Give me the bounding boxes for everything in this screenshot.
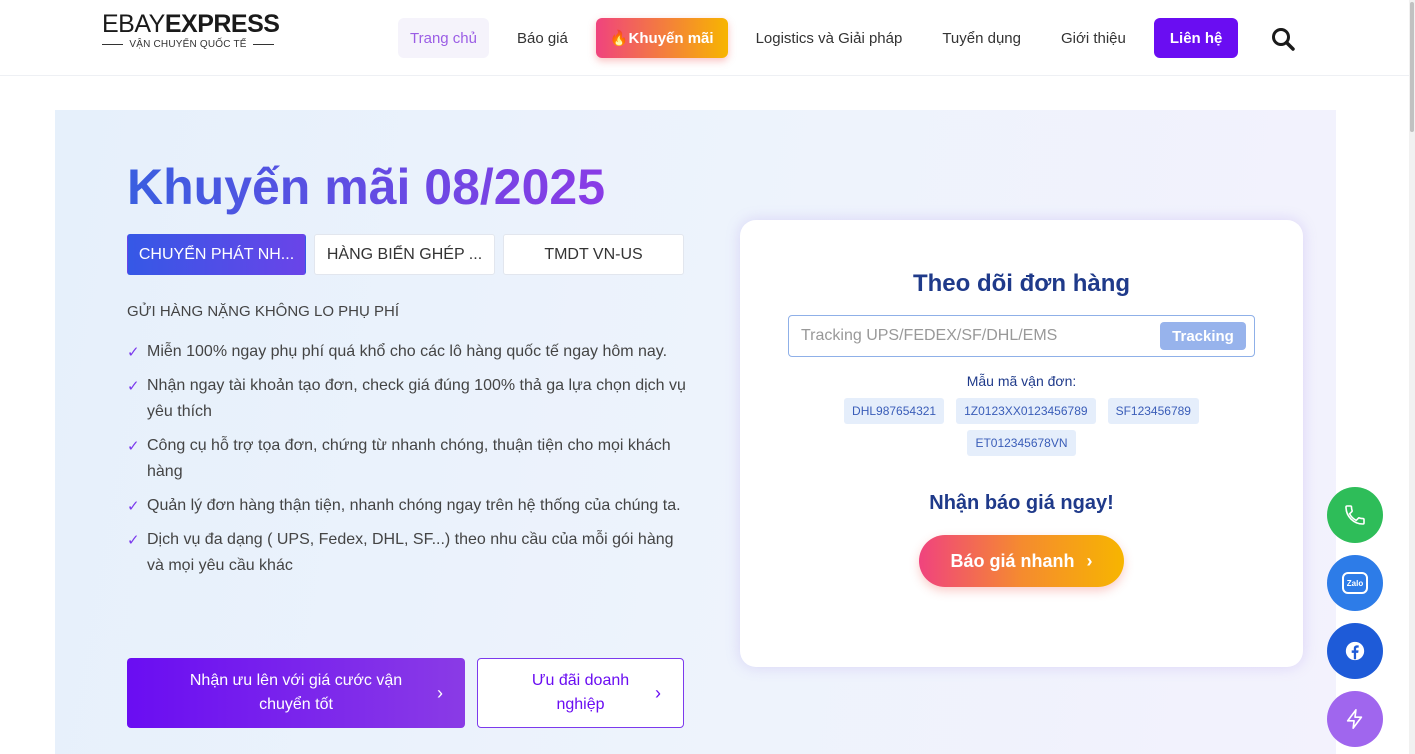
tracking-title: Theo dõi đơn hàng	[912, 270, 1131, 297]
scrollbar-thumb[interactable]	[1410, 2, 1414, 132]
benefit-text: Công cụ hỗ trợ tọa đơn, chứng từ nhanh c…	[147, 437, 671, 480]
list-item: ✓ Quản lý đơn hàng thận tiện, nhanh chóng…	[127, 493, 687, 519]
zalo-icon-label: Zalo	[1346, 578, 1364, 588]
nav-about[interactable]: Giới thiệu	[1049, 18, 1138, 58]
benefit-text: Nhận ngay tài khoản tạo đơn, check giá đ…	[147, 377, 686, 420]
page-scrollbar[interactable]	[1409, 0, 1415, 754]
chevron-right-icon: ›	[437, 683, 443, 703]
flash-icon	[1346, 709, 1363, 729]
benefit-text: Miễn 100% ngay phụ phí quá khổ cho các l…	[147, 343, 668, 360]
sample-code-chip[interactable]: SF123456789	[1107, 398, 1199, 424]
page-title: Khuyến mãi 08/2025	[127, 159, 606, 215]
tracking-form: Tracking	[788, 315, 1255, 357]
business-offer-button[interactable]: Ưu đãi doanh nghiệp ›	[477, 658, 684, 728]
phone-icon	[1345, 505, 1365, 525]
sample-codes-label: Mẫu mã vận đơn:	[966, 373, 1077, 389]
quick-quote-button-label: Báo giá nhanh	[950, 550, 1075, 571]
zalo-button[interactable]: Zalo	[1327, 555, 1383, 611]
quote-heading: Nhận báo giá ngay!	[929, 492, 1114, 514]
logo-tagline-row: VẬN CHUYỂN QUỐC TẾ	[102, 39, 275, 50]
nav-logistics[interactable]: Logistics và Giải pháp	[744, 18, 915, 58]
list-item: ✓ Dịch vụ đa dạng ( UPS, Fedex, DHL, SF..…	[127, 527, 687, 579]
logo-divider	[252, 44, 275, 45]
sample-code-chip[interactable]: DHL987654321	[844, 398, 945, 424]
nav-promotions[interactable]: 🔥Khuyến mãi	[595, 18, 728, 58]
quick-quote-button[interactable]: Báo giá nhanh ›	[919, 535, 1124, 587]
business-offer-button-label: Ưu đãi doanh nghiệp	[531, 672, 630, 713]
list-item: ✓ Công cụ hỗ trợ tọa đơn, chứng từ nhanh …	[127, 433, 687, 485]
tab-express[interactable]: CHUYỂN PHÁT NH...	[127, 234, 306, 275]
sample-code-chip[interactable]: ET012345678VN	[967, 430, 1076, 456]
check-icon: ✓	[127, 344, 140, 361]
tracking-card: Theo dõi đơn hàng Tracking Mẫu mã vận đơ…	[740, 220, 1303, 667]
check-icon: ✓	[127, 378, 140, 395]
logo[interactable]: EBAYEXPRESS VẬN CHUYỂN QUỐC TẾ	[102, 10, 280, 50]
best-rate-button[interactable]: Nhận ưu lên với giá cước vận chuyển tốt …	[127, 658, 465, 728]
phone-button[interactable]	[1327, 487, 1383, 543]
logo-tagline: VẬN CHUYỂN QUỐC TẾ	[129, 39, 247, 50]
promo-subheading: GỬI HÀNG NẶNG KHÔNG LO PHỤ PHÍ	[127, 303, 400, 320]
tab-sea-freight[interactable]: HÀNG BIỂN GHÉP ...	[314, 234, 495, 275]
nav-careers[interactable]: Tuyển dụng	[930, 18, 1033, 58]
facebook-button[interactable]	[1327, 623, 1383, 679]
benefit-text: Dịch vụ đa dạng ( UPS, Fedex, DHL, SF...…	[147, 531, 674, 574]
service-tabs: CHUYỂN PHÁT NH... HÀNG BIỂN GHÉP ... TMD…	[127, 234, 684, 275]
zalo-icon: Zalo	[1342, 572, 1368, 594]
check-icon: ✓	[127, 498, 140, 515]
facebook-icon	[1345, 641, 1365, 661]
nav-quote[interactable]: Báo giá	[505, 18, 580, 58]
check-icon: ✓	[127, 532, 140, 549]
best-rate-button-label: Nhận ưu lên với giá cước vận chuyển tốt	[189, 672, 403, 713]
quick-action-button[interactable]	[1327, 691, 1383, 747]
benefits-list: ✓ Miễn 100% ngay phụ phí quá khổ cho các …	[127, 339, 687, 587]
search-icon[interactable]	[1270, 26, 1296, 52]
logo-divider	[102, 44, 124, 45]
nav-home[interactable]: Trang chủ	[398, 18, 489, 58]
tab-ecommerce-vn-us[interactable]: TMDT VN-US	[503, 234, 684, 275]
chevron-right-icon: ›	[1086, 550, 1093, 571]
benefit-text: Quản lý đơn hàng thận tiện, nhanh chóng …	[147, 497, 681, 514]
list-item: ✓ Nhận ngay tài khoản tạo đơn, check giá …	[127, 373, 687, 425]
sample-codes: DHL987654321 1Z0123XX0123456789 SF123456…	[830, 398, 1213, 456]
logo-wordmark: EBAYEXPRESS	[102, 10, 280, 38]
list-item: ✓ Miễn 100% ngay phụ phí quá khổ cho các …	[127, 339, 687, 365]
chevron-right-icon: ›	[655, 683, 661, 703]
logo-brand-ebay: EBAY	[102, 10, 165, 38]
tracking-button[interactable]: Tracking	[1160, 322, 1246, 350]
site-header: EBAYEXPRESS VẬN CHUYỂN QUỐC TẾ Trang chủ…	[0, 0, 1410, 76]
sample-code-chip[interactable]: 1Z0123XX0123456789	[956, 398, 1096, 424]
tracking-input[interactable]	[801, 316, 1141, 356]
check-icon: ✓	[127, 438, 140, 455]
logo-brand-express: EXPRESS	[164, 10, 280, 38]
nav-contact[interactable]: Liên hệ	[1153, 18, 1239, 58]
main-nav: Trang chủ Báo giá 🔥Khuyến mãi Logistics …	[398, 17, 1239, 59]
